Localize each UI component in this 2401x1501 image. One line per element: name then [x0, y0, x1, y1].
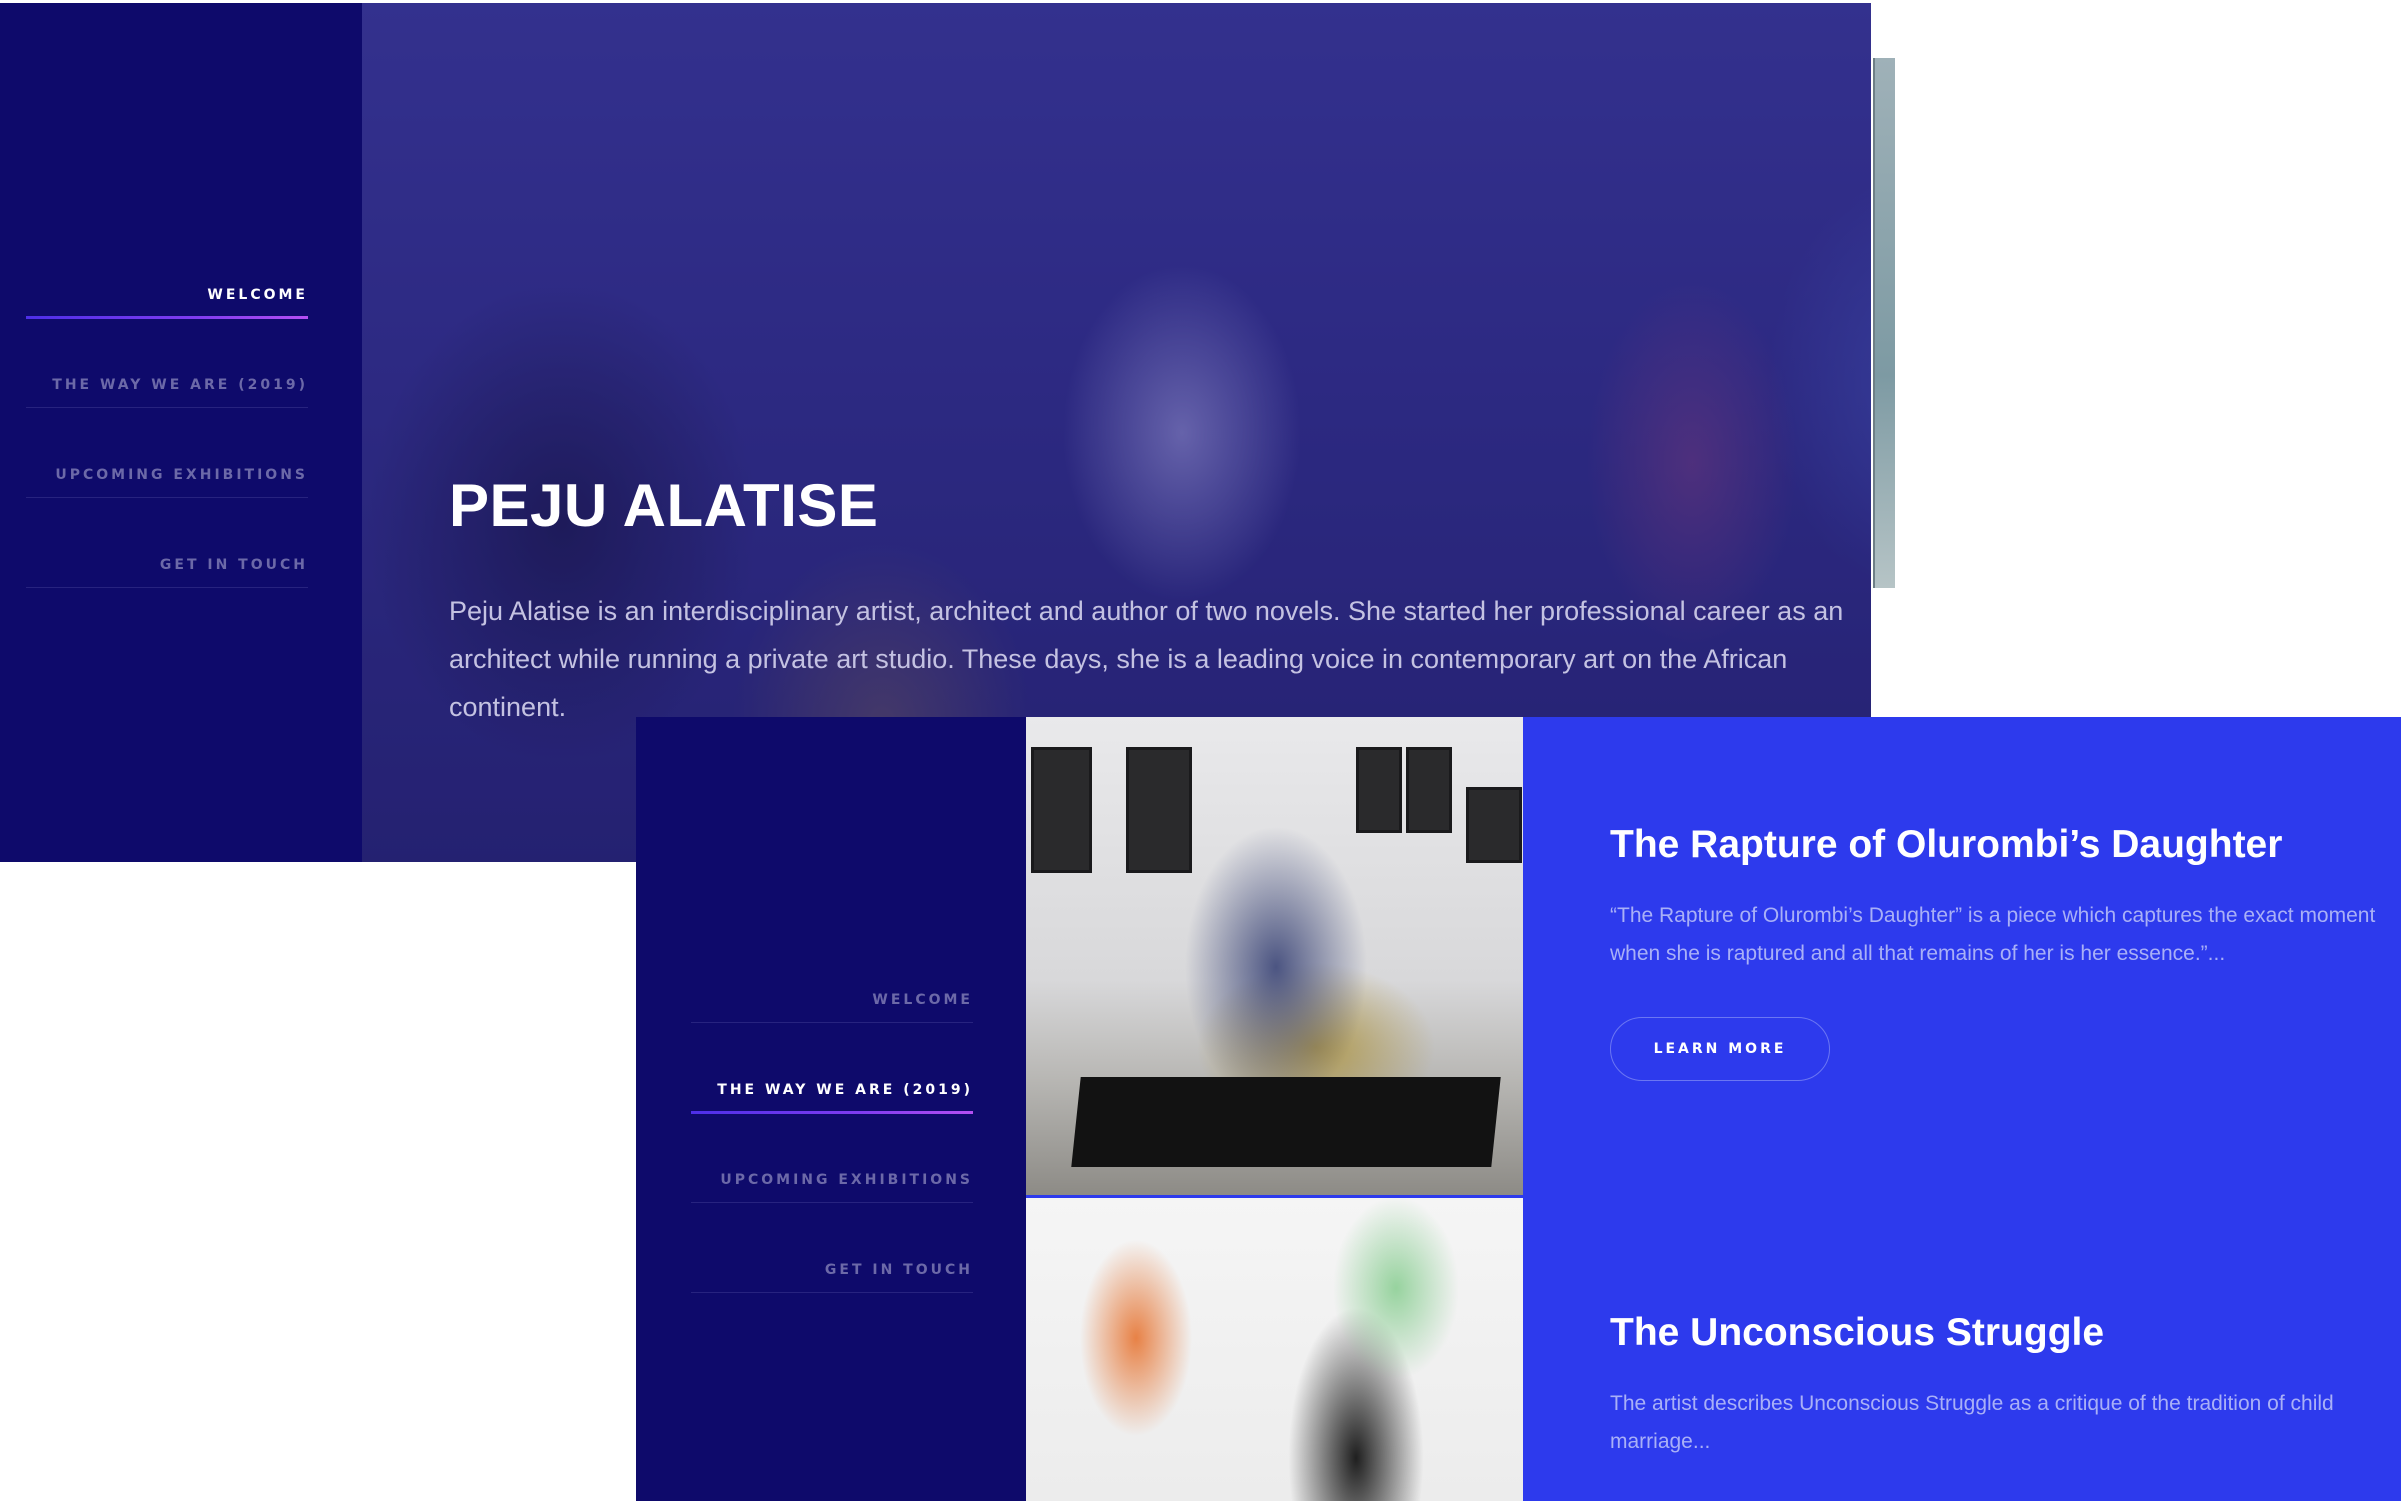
nav-active-underline [691, 1111, 973, 1114]
works-screenshot: WELCOME THE WAY WE ARE (2019) UPCOMING E… [636, 717, 2401, 1501]
nav-divider [26, 407, 308, 408]
work-description: “The Rapture of Olurombi’s Daughter” is … [1610, 904, 2376, 965]
nav-item-label: UPCOMING EXHIBITIONS [720, 1172, 973, 1188]
gallery-wall-artwork [1126, 747, 1192, 873]
nav-divider [691, 1022, 973, 1023]
learn-more-button[interactable]: LEARN MORE [1610, 1017, 1830, 1081]
works-text-column: The Rapture of Olurombi’s Daughter “The … [1523, 717, 2401, 1501]
artwork-image-unconscious-struggle[interactable] [1026, 1198, 1523, 1501]
background-window-edge [1873, 58, 1895, 588]
work-description: The artist describes Unconscious Struggl… [1610, 1392, 2334, 1453]
works-image-column [1026, 717, 1523, 1501]
work-title[interactable]: The Unconscious Struggle [1610, 1311, 2104, 1355]
nav-divider [691, 1292, 973, 1293]
nav-item-get-in-touch[interactable]: GET IN TOUCH [691, 1262, 973, 1352]
nav-divider [26, 587, 308, 588]
nav-active-underline [26, 316, 308, 319]
sculpture-plinth [1071, 1077, 1501, 1167]
nav-item-upcoming-exhibitions[interactable]: UPCOMING EXHIBITIONS [691, 1172, 973, 1262]
nav-item-label: WELCOME [207, 287, 308, 303]
nav-item-the-way-we-are[interactable]: THE WAY WE ARE (2019) [26, 377, 308, 467]
nav-divider [26, 497, 308, 498]
nav-item-label: GET IN TOUCH [159, 557, 308, 573]
nav-item-label: THE WAY WE ARE (2019) [717, 1082, 973, 1098]
hero-title: PEJU ALATISE [449, 472, 879, 539]
artwork-image-rapture[interactable] [1026, 717, 1523, 1195]
nav-item-the-way-we-are[interactable]: THE WAY WE ARE (2019) [691, 1082, 973, 1172]
gallery-wall-artwork [1031, 747, 1092, 873]
nav-item-welcome[interactable]: WELCOME [691, 992, 973, 1082]
nav-item-label: THE WAY WE ARE (2019) [52, 377, 308, 393]
hero-description: Peju Alatise is an interdisciplinary art… [449, 596, 1844, 722]
nav-item-upcoming-exhibitions[interactable]: UPCOMING EXHIBITIONS [26, 467, 308, 557]
gallery-wall-artwork [1406, 747, 1452, 833]
sidebar-nav: WELCOME THE WAY WE ARE (2019) UPCOMING E… [0, 3, 362, 862]
gallery-wall-artwork [1356, 747, 1402, 833]
gallery-wall-artwork [1466, 787, 1522, 863]
nav-item-label: UPCOMING EXHIBITIONS [55, 467, 308, 483]
nav-divider [691, 1202, 973, 1203]
nav-list: WELCOME THE WAY WE ARE (2019) UPCOMING E… [26, 287, 308, 647]
work-title[interactable]: The Rapture of Olurombi’s Daughter [1610, 823, 2282, 867]
nav-item-label: WELCOME [872, 992, 973, 1008]
nav-item-get-in-touch[interactable]: GET IN TOUCH [26, 557, 308, 647]
nav-list: WELCOME THE WAY WE ARE (2019) UPCOMING E… [691, 992, 973, 1352]
nav-item-welcome[interactable]: WELCOME [26, 287, 308, 377]
sidebar-nav: WELCOME THE WAY WE ARE (2019) UPCOMING E… [636, 717, 1026, 1501]
nav-item-label: GET IN TOUCH [824, 1262, 973, 1278]
